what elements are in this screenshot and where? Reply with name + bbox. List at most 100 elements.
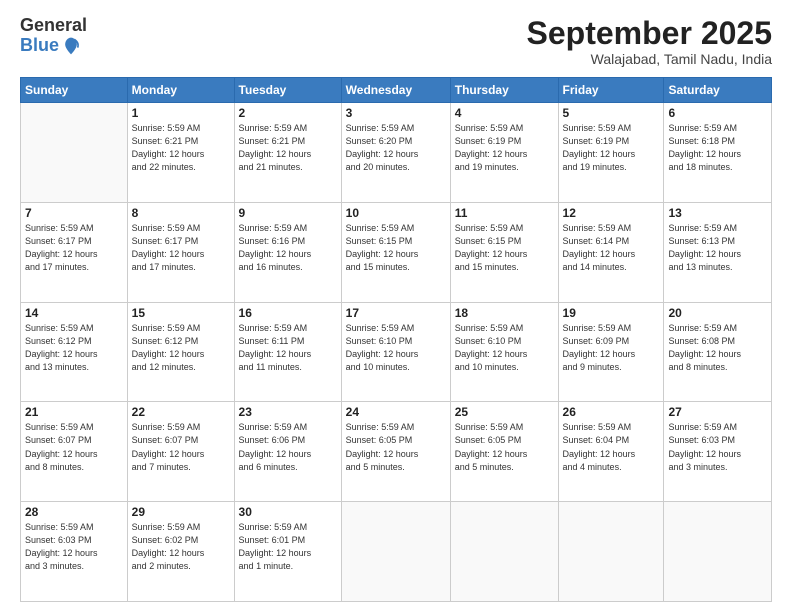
page: General Blue September 2025 Walajabad, T… xyxy=(0,0,792,612)
calendar-day: 30Sunrise: 5:59 AM Sunset: 6:01 PM Dayli… xyxy=(234,502,341,602)
day-number: 1 xyxy=(132,106,230,120)
calendar-day xyxy=(450,502,558,602)
day-info: Sunrise: 5:59 AM Sunset: 6:04 PM Dayligh… xyxy=(563,421,660,473)
logo-general: General xyxy=(20,16,87,36)
day-info: Sunrise: 5:59 AM Sunset: 6:07 PM Dayligh… xyxy=(132,421,230,473)
day-number: 20 xyxy=(668,306,767,320)
calendar-day: 4 Sunrise: 5:59 AM Sunset: 6:19 PM Daylig… xyxy=(450,103,558,203)
calendar-day: 27Sunrise: 5:59 AM Sunset: 6:03 PM Dayli… xyxy=(664,402,772,502)
day-info: Sunrise: 5:59 AM Sunset: 6:05 PM Dayligh… xyxy=(346,421,446,473)
calendar-day: 12 Sunrise: 5:59 AM Sunset: 6:14 PM Dayli… xyxy=(558,202,664,302)
day-number: 21 xyxy=(25,405,123,419)
header-monday: Monday xyxy=(127,78,234,103)
header-saturday: Saturday xyxy=(664,78,772,103)
day-number: 5 xyxy=(563,106,660,120)
calendar-week-2: 14 Sunrise: 5:59 AM Sunset: 6:12 PM Dayli… xyxy=(21,302,772,402)
calendar-day xyxy=(341,502,450,602)
calendar-day: 24 Sunrise: 5:59 AM Sunset: 6:05 PM Dayli… xyxy=(341,402,450,502)
day-info: Sunrise: 5:59 AM Sunset: 6:16 PM Dayligh… xyxy=(239,222,337,274)
day-info: Sunrise: 5:59 AM Sunset: 6:19 PM Dayligh… xyxy=(563,122,660,174)
calendar-day: 13Sunrise: 5:59 AM Sunset: 6:13 PM Dayli… xyxy=(664,202,772,302)
day-info: Sunrise: 5:59 AM Sunset: 6:11 PM Dayligh… xyxy=(239,322,337,374)
day-info: Sunrise: 5:59 AM Sunset: 6:02 PM Dayligh… xyxy=(132,521,230,573)
location: Walajabad, Tamil Nadu, India xyxy=(527,51,772,67)
day-number: 6 xyxy=(668,106,767,120)
calendar-day: 22 Sunrise: 5:59 AM Sunset: 6:07 PM Dayli… xyxy=(127,402,234,502)
day-number: 15 xyxy=(132,306,230,320)
calendar-day: 3 Sunrise: 5:59 AM Sunset: 6:20 PM Daylig… xyxy=(341,103,450,203)
day-info: Sunrise: 5:59 AM Sunset: 6:17 PM Dayligh… xyxy=(25,222,123,274)
day-info: Sunrise: 5:59 AM Sunset: 6:08 PM Dayligh… xyxy=(668,322,767,374)
calendar-table: Sunday Monday Tuesday Wednesday Thursday… xyxy=(20,77,772,602)
day-number: 17 xyxy=(346,306,446,320)
day-info: Sunrise: 5:59 AM Sunset: 6:03 PM Dayligh… xyxy=(668,421,767,473)
day-number: 18 xyxy=(455,306,554,320)
day-number: 26 xyxy=(563,405,660,419)
day-number: 22 xyxy=(132,405,230,419)
day-number: 2 xyxy=(239,106,337,120)
month-title: September 2025 xyxy=(527,16,772,51)
calendar-day: 19 Sunrise: 5:59 AM Sunset: 6:09 PM Dayli… xyxy=(558,302,664,402)
title-block: September 2025 Walajabad, Tamil Nadu, In… xyxy=(527,16,772,67)
calendar-header-row: Sunday Monday Tuesday Wednesday Thursday… xyxy=(21,78,772,103)
day-info: Sunrise: 5:59 AM Sunset: 6:12 PM Dayligh… xyxy=(25,322,123,374)
day-number: 29 xyxy=(132,505,230,519)
day-number: 16 xyxy=(239,306,337,320)
day-info: Sunrise: 5:59 AM Sunset: 6:15 PM Dayligh… xyxy=(455,222,554,274)
logo-blue: Blue xyxy=(20,36,59,56)
calendar-day: 17Sunrise: 5:59 AM Sunset: 6:10 PM Dayli… xyxy=(341,302,450,402)
day-info: Sunrise: 5:59 AM Sunset: 6:18 PM Dayligh… xyxy=(668,122,767,174)
day-info: Sunrise: 5:59 AM Sunset: 6:10 PM Dayligh… xyxy=(455,322,554,374)
calendar-week-3: 21 Sunrise: 5:59 AM Sunset: 6:07 PM Dayli… xyxy=(21,402,772,502)
calendar-day: 9 Sunrise: 5:59 AM Sunset: 6:16 PM Daylig… xyxy=(234,202,341,302)
day-number: 23 xyxy=(239,405,337,419)
logo-text: General Blue xyxy=(20,16,87,56)
day-info: Sunrise: 5:59 AM Sunset: 6:19 PM Dayligh… xyxy=(455,122,554,174)
day-number: 13 xyxy=(668,206,767,220)
header-thursday: Thursday xyxy=(450,78,558,103)
day-number: 11 xyxy=(455,206,554,220)
calendar-day: 1 Sunrise: 5:59 AM Sunset: 6:21 PM Daylig… xyxy=(127,103,234,203)
day-number: 8 xyxy=(132,206,230,220)
day-number: 14 xyxy=(25,306,123,320)
day-info: Sunrise: 5:59 AM Sunset: 6:05 PM Dayligh… xyxy=(455,421,554,473)
day-info: Sunrise: 5:59 AM Sunset: 6:17 PM Dayligh… xyxy=(132,222,230,274)
calendar-day: 21 Sunrise: 5:59 AM Sunset: 6:07 PM Dayli… xyxy=(21,402,128,502)
calendar-day: 25 Sunrise: 5:59 AM Sunset: 6:05 PM Dayli… xyxy=(450,402,558,502)
calendar-week-4: 28Sunrise: 5:59 AM Sunset: 6:03 PM Dayli… xyxy=(21,502,772,602)
day-number: 4 xyxy=(455,106,554,120)
calendar-day: 26 Sunrise: 5:59 AM Sunset: 6:04 PM Dayli… xyxy=(558,402,664,502)
calendar-day xyxy=(21,103,128,203)
header-sunday: Sunday xyxy=(21,78,128,103)
calendar-day: 14 Sunrise: 5:59 AM Sunset: 6:12 PM Dayli… xyxy=(21,302,128,402)
calendar-day: 10Sunrise: 5:59 AM Sunset: 6:15 PM Dayli… xyxy=(341,202,450,302)
calendar-day xyxy=(558,502,664,602)
calendar-week-1: 7 Sunrise: 5:59 AM Sunset: 6:17 PM Daylig… xyxy=(21,202,772,302)
day-info: Sunrise: 5:59 AM Sunset: 6:01 PM Dayligh… xyxy=(239,521,337,573)
day-info: Sunrise: 5:59 AM Sunset: 6:21 PM Dayligh… xyxy=(239,122,337,174)
day-number: 19 xyxy=(563,306,660,320)
day-info: Sunrise: 5:59 AM Sunset: 6:12 PM Dayligh… xyxy=(132,322,230,374)
day-number: 7 xyxy=(25,206,123,220)
day-number: 3 xyxy=(346,106,446,120)
day-info: Sunrise: 5:59 AM Sunset: 6:07 PM Dayligh… xyxy=(25,421,123,473)
calendar-day: 16 Sunrise: 5:59 AM Sunset: 6:11 PM Dayli… xyxy=(234,302,341,402)
calendar-day: 5 Sunrise: 5:59 AM Sunset: 6:19 PM Daylig… xyxy=(558,103,664,203)
calendar-week-0: 1 Sunrise: 5:59 AM Sunset: 6:21 PM Daylig… xyxy=(21,103,772,203)
day-info: Sunrise: 5:59 AM Sunset: 6:14 PM Dayligh… xyxy=(563,222,660,274)
calendar-day: 23 Sunrise: 5:59 AM Sunset: 6:06 PM Dayli… xyxy=(234,402,341,502)
day-info: Sunrise: 5:59 AM Sunset: 6:06 PM Dayligh… xyxy=(239,421,337,473)
calendar-day: 11 Sunrise: 5:59 AM Sunset: 6:15 PM Dayli… xyxy=(450,202,558,302)
day-info: Sunrise: 5:59 AM Sunset: 6:09 PM Dayligh… xyxy=(563,322,660,374)
day-number: 12 xyxy=(563,206,660,220)
day-info: Sunrise: 5:59 AM Sunset: 6:21 PM Dayligh… xyxy=(132,122,230,174)
day-info: Sunrise: 5:59 AM Sunset: 6:20 PM Dayligh… xyxy=(346,122,446,174)
header-tuesday: Tuesday xyxy=(234,78,341,103)
day-number: 25 xyxy=(455,405,554,419)
day-number: 24 xyxy=(346,405,446,419)
calendar-day: 28Sunrise: 5:59 AM Sunset: 6:03 PM Dayli… xyxy=(21,502,128,602)
calendar-day: 29 Sunrise: 5:59 AM Sunset: 6:02 PM Dayli… xyxy=(127,502,234,602)
day-number: 9 xyxy=(239,206,337,220)
day-info: Sunrise: 5:59 AM Sunset: 6:03 PM Dayligh… xyxy=(25,521,123,573)
calendar-day xyxy=(664,502,772,602)
